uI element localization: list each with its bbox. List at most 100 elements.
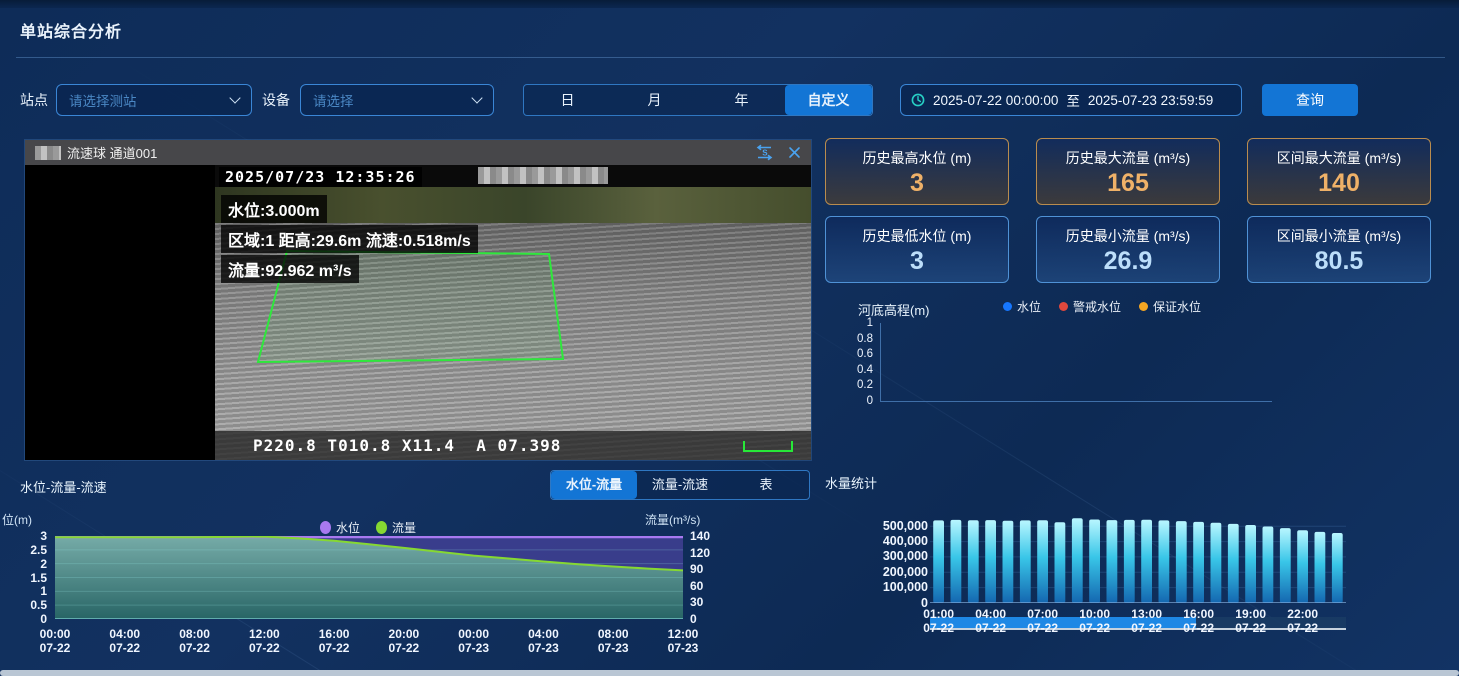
- x-tick-time: 12:00: [655, 627, 711, 641]
- legend-label: 保证水位: [1153, 298, 1201, 315]
- stats-grid: 历史最高水位 (m)3历史最大流量 (m³/s)165区间最大流量 (m³/s)…: [825, 138, 1431, 283]
- overlay-water-level: 水位:3.000m: [221, 195, 327, 223]
- x-tick: 12:0007-23: [655, 627, 711, 655]
- flow-section-title: 水位-流量-流速: [20, 477, 107, 496]
- x-tick-date: 07-22: [1224, 621, 1278, 635]
- title-divider: [16, 57, 1445, 58]
- video-title: 流速球 通道001: [67, 143, 157, 162]
- stat-value: 80.5: [1315, 248, 1364, 274]
- station-label: 站点: [20, 84, 48, 116]
- x-tick: 04:0007-23: [515, 627, 571, 655]
- y-tick: 0: [833, 395, 873, 407]
- date-separator: 至: [1066, 90, 1080, 110]
- x-tick-time: 04:00: [97, 627, 153, 641]
- period-option-年[interactable]: 年: [698, 85, 785, 115]
- x-tick-date: 07-22: [1120, 621, 1174, 635]
- x-tick-date: 07-22: [306, 641, 362, 655]
- x-tick: 16:0007-22: [1172, 607, 1226, 635]
- legend-item[interactable]: 警戒水位: [1059, 298, 1121, 315]
- y-tick: 0.2: [833, 379, 873, 391]
- y-tick-right: 60: [690, 579, 703, 593]
- tab-流量-流速[interactable]: 流量-流速: [637, 471, 723, 499]
- y-tick: 200,000: [840, 565, 928, 579]
- video-panel-header: 流速球 通道001 S: [25, 140, 811, 165]
- period-option-日[interactable]: 日: [524, 85, 611, 115]
- right-axis-name: 流量(m³/s): [645, 511, 700, 528]
- x-tick-date: 07-22: [167, 641, 223, 655]
- stat-card: 历史最低水位 (m)3: [825, 216, 1009, 283]
- legend-item[interactable]: 水位: [1003, 298, 1041, 315]
- y-tick: 300,000: [840, 549, 928, 563]
- x-tick-date: 07-22: [1276, 621, 1330, 635]
- stat-card: 区间最大流量 (m³/s)140: [1247, 138, 1431, 205]
- riverbed-chart: 河底高程(m) 水位警戒水位保证水位 10.80.60.40.20: [825, 293, 1355, 413]
- period-option-月[interactable]: 月: [611, 85, 698, 115]
- legend-item[interactable]: 水位: [320, 519, 360, 536]
- x-tick-date: 07-22: [236, 641, 292, 655]
- x-tick-date: 07-23: [655, 641, 711, 655]
- legend-dot-icon: [1059, 302, 1068, 311]
- y-tick: 0.6: [833, 348, 873, 360]
- video-panel: 流速球 通道001 S 2025/07/23 12:35:26 水位: [25, 140, 811, 460]
- x-tick: 16:0007-22: [306, 627, 362, 655]
- legend-dot-icon: [1139, 302, 1148, 311]
- legend-dot-icon: [1003, 302, 1012, 311]
- x-tick-date: 07-22: [97, 641, 153, 655]
- legend-dot-icon: [376, 521, 387, 534]
- x-tick-date: 07-23: [515, 641, 571, 655]
- period-option-自定义[interactable]: 自定义: [785, 85, 872, 115]
- legend-item[interactable]: 流量: [376, 519, 416, 536]
- legend-item[interactable]: 保证水位: [1139, 298, 1201, 315]
- stat-card: 历史最大流量 (m³/s)165: [1036, 138, 1220, 205]
- date-start: 2025-07-22 00:00:00: [933, 93, 1058, 108]
- tab-表[interactable]: 表: [723, 471, 809, 499]
- x-tick-date: 07-22: [1172, 621, 1226, 635]
- stat-label: 历史最高水位 (m): [863, 148, 972, 168]
- chevron-down-icon: [229, 92, 240, 103]
- x-tick-time: 01:00: [912, 607, 966, 621]
- y-tick-right: 30: [690, 595, 703, 609]
- query-button[interactable]: 查询: [1262, 84, 1358, 116]
- video-telemetry-text: P220.8 T010.8 X11.4 A 07.398: [253, 436, 561, 455]
- stat-value: 165: [1107, 170, 1149, 196]
- flow-tabs: 水位-流量流量-流速表: [550, 470, 810, 500]
- stat-label: 区间最小流量 (m³/s): [1277, 226, 1401, 246]
- x-tick: 07:0007-22: [1016, 607, 1070, 635]
- stat-value: 3: [910, 248, 924, 274]
- date-end: 2025-07-23 23:59:59: [1088, 93, 1213, 108]
- scale-ruler: [743, 441, 793, 452]
- close-icon[interactable]: [788, 146, 801, 159]
- stat-card: 区间最小流量 (m³/s)80.5: [1247, 216, 1431, 283]
- x-tick-date: 07-22: [964, 621, 1018, 635]
- y-tick-right: 90: [690, 562, 703, 576]
- y-tick-left: 2: [2, 557, 47, 571]
- horizontal-scrollbar[interactable]: [0, 670, 1459, 676]
- x-tick-time: 08:00: [585, 627, 641, 641]
- x-tick-date: 07-22: [1016, 621, 1070, 635]
- device-select-placeholder: 请选择: [313, 90, 354, 110]
- overlay-discharge: 流量:92.962 m³/s: [221, 255, 359, 283]
- x-tick: 00:0007-23: [446, 627, 502, 655]
- stat-value: 3: [910, 170, 924, 196]
- station-select[interactable]: 请选择测站: [56, 84, 252, 116]
- x-tick: 08:0007-22: [167, 627, 223, 655]
- y-tick-right: 0: [690, 612, 697, 626]
- stat-card: 历史最小流量 (m³/s)26.9: [1036, 216, 1220, 283]
- y-tick-right: 140: [690, 529, 710, 543]
- x-tick-date: 07-22: [912, 621, 966, 635]
- riverbed-y-axis: [880, 323, 881, 401]
- device-select[interactable]: 请选择: [300, 84, 494, 116]
- legend-dot-icon: [320, 521, 331, 534]
- left-axis-name: 位(m): [2, 511, 32, 528]
- stage-flow-chart: 位(m) 流量(m³/s) 水位流量 32.521.510.5014012090…: [0, 505, 720, 676]
- x-tick: 10:0007-22: [1068, 607, 1122, 635]
- date-range-picker[interactable]: 2025-07-22 00:00:00 至 2025-07-23 23:59:5…: [900, 84, 1242, 116]
- volume-title: 水量统计: [825, 473, 877, 492]
- riverbed-legend: 水位 警戒水位 保证水位: [1003, 298, 1201, 315]
- tab-水位-流量[interactable]: 水位-流量: [551, 471, 637, 499]
- x-tick: 20:0007-22: [376, 627, 432, 655]
- x-tick-date: 07-23: [446, 641, 502, 655]
- device-label: 设备: [262, 84, 290, 116]
- stream-switch-icon[interactable]: S: [755, 144, 774, 161]
- svg-text:S: S: [762, 149, 768, 158]
